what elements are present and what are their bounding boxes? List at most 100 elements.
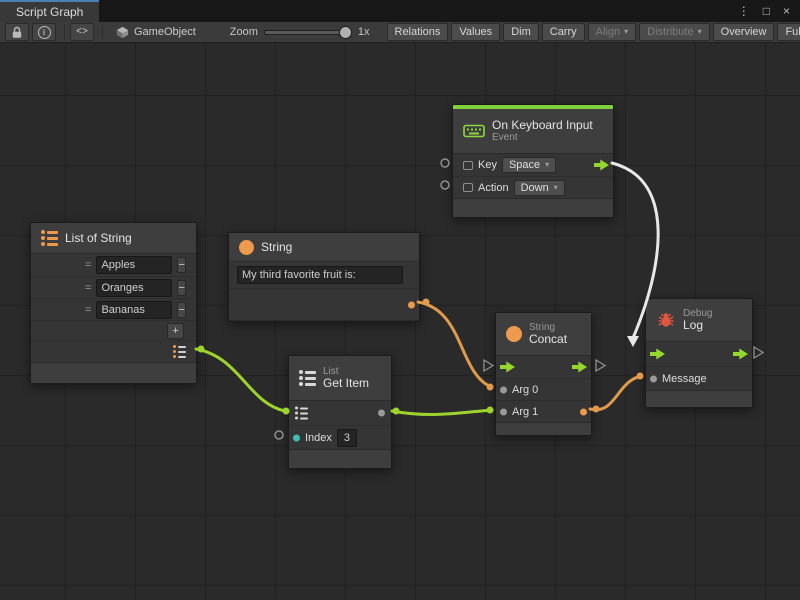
unconnected-port-log-exit[interactable] [754,347,763,358]
action-port-row: Action Down ▾ [453,176,613,198]
node-footer [496,423,591,435]
node-title: Concat [529,333,567,346]
drag-handle-icon[interactable]: = [85,304,91,316]
message-input-port[interactable] [650,375,657,382]
node-ports: Arg 0 Arg 1 [496,355,591,423]
list-item-input[interactable] [96,256,172,274]
node-ports [229,261,419,321]
control-flow-row [646,342,752,366]
enter-input-port[interactable] [500,362,515,373]
string-value-input[interactable] [237,266,403,284]
index-row: Index [289,425,391,449]
carry-toggle[interactable]: Carry [542,23,585,41]
graph-canvas[interactable]: On Keyboard Input Event Key Space ▾ Acti… [0,42,800,600]
list-item-row: = − [31,298,196,320]
list-item-input[interactable] [96,301,172,319]
overview-button[interactable]: Overview [713,23,775,41]
menu-icon[interactable]: ⋮ [738,5,750,17]
arg0-input-port[interactable] [500,386,507,393]
wire-concat-to-message[interactable] [590,376,641,410]
node-header: On Keyboard Input Event [453,109,613,153]
zoom-slider-knob[interactable] [339,26,352,39]
key-dropdown[interactable]: Space ▾ [502,157,556,173]
node-subtitle: Event [492,132,593,143]
close-icon[interactable]: × [783,5,790,17]
enter-input-port[interactable] [650,349,665,360]
trigger-output-port[interactable] [594,160,609,171]
relations-toggle[interactable]: Relations [387,23,449,41]
drag-handle-icon[interactable]: = [85,259,91,271]
unconnected-port-concat-enter[interactable] [484,360,493,371]
list-icon [41,230,58,246]
message-label: Message [662,373,707,385]
node-header: List of String [31,223,196,253]
string-output-port[interactable] [408,301,415,308]
distribute-label: Distribute [647,26,693,38]
node-get-item[interactable]: List Get Item Index [288,355,392,469]
item-output-port[interactable] [378,410,385,417]
graph-toolbar: i <> GameObject Zoom 1x Relations Values… [0,22,800,43]
result-output-port[interactable] [580,408,587,415]
key-value: Space [509,159,540,171]
remove-item-button[interactable]: − [177,257,185,273]
chevron-down-icon: ▾ [545,161,549,169]
remove-item-button[interactable]: − [177,302,185,318]
wire-endpoint [487,407,494,414]
index-input-port[interactable] [293,434,300,441]
unconnected-port-index[interactable] [275,431,283,439]
string-value-row [229,262,419,288]
node-footer [453,199,613,217]
exit-output-port[interactable] [733,349,748,360]
arg1-input-port[interactable] [500,408,507,415]
node-string-literal[interactable]: String [228,232,420,322]
wire-list-to-getitem[interactable] [196,349,285,411]
align-dropdown[interactable]: Align ▾ [588,23,636,41]
wire-getitem-to-arg1[interactable] [392,410,492,415]
add-item-button[interactable]: + [167,323,184,339]
lock-button[interactable] [5,23,29,41]
wire-endpoint [393,408,400,415]
gameobject-selector[interactable]: GameObject [116,26,196,39]
fullscreen-button[interactable]: Full Screen [777,23,800,41]
zoom-label: Zoom [230,26,258,38]
dim-toggle[interactable]: Dim [503,23,539,41]
toolbar-separator [102,25,103,39]
node-ports: Index [289,400,391,450]
tab-script-graph[interactable]: Script Graph [0,0,99,22]
list-input-port[interactable] [295,407,308,420]
node-concat[interactable]: String Concat Arg 0 Arg 1 [495,312,592,436]
unconnected-port-action[interactable] [441,181,449,189]
zoom-slider[interactable] [264,25,350,39]
code-view-button[interactable]: <> [70,23,94,41]
wire-string-to-arg0[interactable] [418,302,491,387]
action-dropdown[interactable]: Down ▾ [514,180,565,196]
values-toggle[interactable]: Values [451,23,500,41]
unconnected-port-key[interactable] [441,159,449,167]
remove-item-button[interactable]: − [177,280,185,296]
zoom-value: 1x [358,26,370,38]
index-label: Index [305,432,332,444]
node-on-keyboard-input[interactable]: On Keyboard Input Event Key Space ▾ Acti… [452,104,614,218]
wire-arrowhead [627,336,639,347]
info-button[interactable]: i [32,23,56,41]
drag-handle-icon[interactable]: = [85,282,91,294]
list-item-row: = − [31,254,196,276]
node-header: Debug Log [646,299,752,341]
list-item-input[interactable] [96,279,172,297]
action-value: Down [521,182,549,194]
dim-label: Dim [511,26,531,38]
distribute-dropdown[interactable]: Distribute ▾ [639,23,709,41]
unconnected-port-concat-exit[interactable] [596,360,605,371]
gameobject-label: GameObject [134,26,196,38]
key-label: Key [478,159,497,171]
maximize-icon[interactable]: □ [763,5,770,17]
chevron-down-icon: ▾ [624,28,628,36]
index-input[interactable] [337,429,357,447]
list-output-port[interactable] [173,345,186,358]
node-list-of-string[interactable]: List of String = − = − = − + [30,222,197,384]
wire-endpoint [487,384,494,391]
node-header: String Concat [496,313,591,355]
node-debug-log[interactable]: Debug Log Message [645,298,753,408]
node-ports: Message [646,341,752,391]
exit-output-port[interactable] [572,362,587,373]
